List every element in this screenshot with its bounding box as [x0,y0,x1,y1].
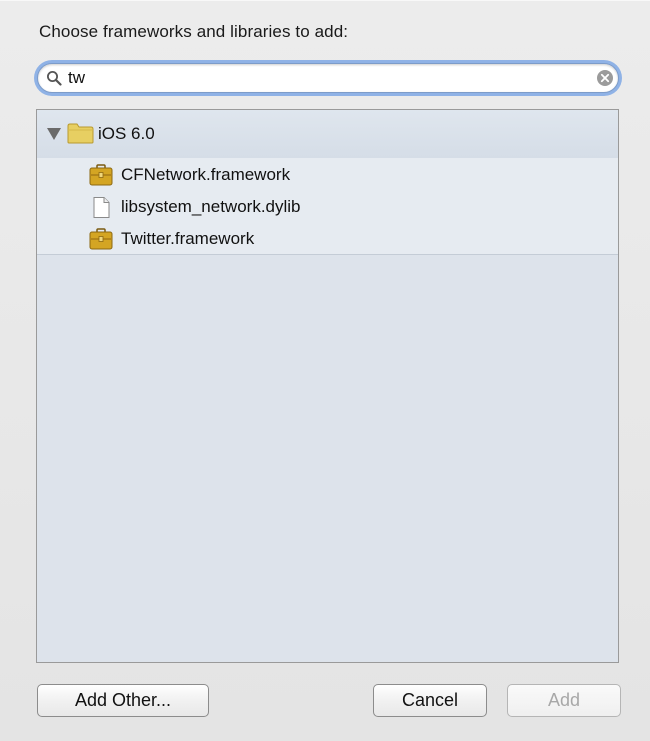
framework-list[interactable]: iOS 6.0 CFNetwork.framework libsystem_ne… [36,109,619,663]
list-item-cfnetwork[interactable]: CFNetwork.framework [37,158,618,190]
list-item-twitter[interactable]: Twitter.framework [37,222,618,255]
document-icon [93,197,110,218]
list-item-libsystem-network[interactable]: libsystem_network.dylib [37,190,618,222]
clear-search-icon[interactable] [596,69,614,87]
search-input[interactable] [68,68,598,88]
search-field[interactable] [37,63,619,93]
dialog-prompt: Choose frameworks and libraries to add: [39,22,349,41]
disclosure-triangle-icon[interactable] [47,128,61,140]
add-other-button[interactable]: Add Other... [37,684,209,717]
add-frameworks-sheet: Choose frameworks and libraries to add: … [0,0,650,741]
framework-icon [89,228,113,250]
cancel-button[interactable]: Cancel [373,684,487,717]
item-label: CFNetwork.framework [121,165,291,184]
group-label: iOS 6.0 [98,124,155,143]
group-row-ios[interactable]: iOS 6.0 [37,110,618,159]
add-button[interactable]: Add [507,684,621,717]
folder-icon [67,123,94,144]
item-label: Twitter.framework [121,229,255,248]
search-icon [47,71,62,86]
item-label: libsystem_network.dylib [121,197,301,216]
framework-icon [89,164,113,186]
